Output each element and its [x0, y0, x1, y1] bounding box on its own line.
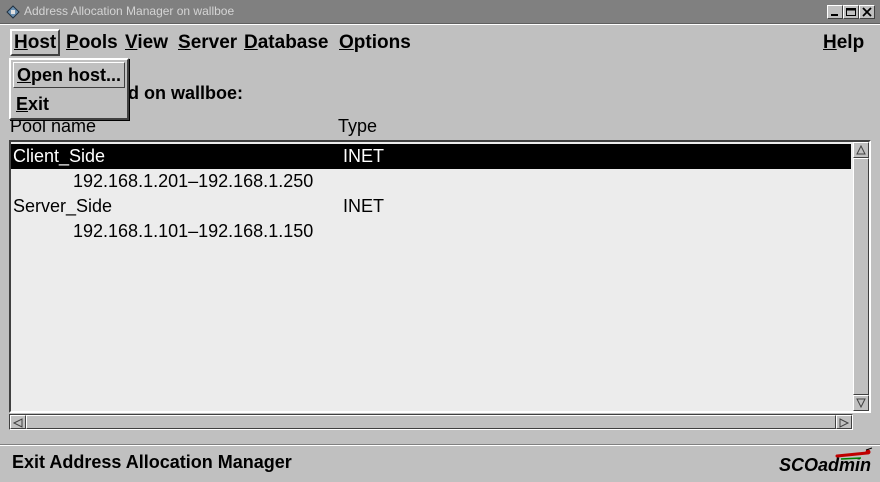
pool-range-row[interactable]: 192.168.1.101–192.168.1.150 — [11, 219, 851, 244]
pool-row-client-side[interactable]: Client_Side INET — [11, 144, 851, 169]
menu-help[interactable]: Help — [821, 31, 866, 54]
brand-sco: SCO — [779, 455, 819, 475]
maximize-icon — [846, 8, 856, 16]
pool-row-server-side[interactable]: Server_Side INET — [11, 194, 851, 219]
scroll-up-button[interactable] — [853, 142, 869, 158]
horizontal-scrollbar[interactable] — [9, 414, 853, 430]
pool-range: 192.168.1.201–192.168.1.250 — [73, 171, 314, 191]
status-text: Exit Address Allocation Manager — [12, 452, 292, 472]
menu-options-mnemonic: O — [339, 32, 354, 53]
minimize-icon — [831, 14, 838, 16]
scroll-right-button[interactable] — [836, 415, 852, 429]
arrow-right-icon — [839, 418, 850, 428]
arrow-up-icon — [856, 144, 866, 155]
pool-name: Server_Side — [13, 196, 113, 216]
menu-item-open-host[interactable]: Open host... — [13, 62, 125, 88]
exit-mnemonic: E — [16, 94, 29, 114]
vertical-scrollbar[interactable] — [853, 142, 869, 411]
scroll-left-button[interactable] — [10, 415, 26, 429]
pool-type: INET — [343, 196, 385, 216]
pool-type: INET — [343, 146, 385, 166]
menu-server[interactable]: Server — [176, 31, 239, 54]
menu-host[interactable]: Host — [10, 29, 61, 56]
menu-options[interactable]: Options — [337, 31, 413, 54]
pool-range-row[interactable]: 192.168.1.201–192.168.1.250 — [11, 169, 851, 194]
host-menu-dropdown: Open host... Exit — [9, 58, 129, 120]
arrow-down-icon — [856, 398, 866, 409]
pool-list-content: Client_Side INET 192.168.1.201–192.168.1… — [11, 142, 851, 411]
menu-help-mnemonic: H — [823, 32, 837, 53]
scroll-down-button[interactable] — [853, 395, 869, 411]
menu-database-mnemonic: D — [244, 32, 258, 53]
menu-view[interactable]: View — [123, 31, 170, 54]
menu-view-mnemonic: V — [125, 32, 138, 53]
arrow-left-icon — [12, 418, 23, 428]
pool-name: Client_Side — [13, 146, 106, 166]
close-button[interactable] — [859, 5, 875, 19]
menu-host-mnemonic: H — [14, 32, 28, 53]
title-bar: Address Allocation Manager on wallboe — [0, 0, 880, 24]
maximize-button[interactable] — [843, 5, 859, 19]
horizontal-scroll-thumb[interactable] — [26, 415, 836, 429]
heading-text: d on wallboe: — [128, 83, 243, 103]
app-icon — [6, 5, 20, 19]
menu-database[interactable]: Database — [242, 31, 331, 54]
menu-server-mnemonic: S — [178, 32, 191, 53]
minimize-button[interactable] — [827, 5, 843, 19]
status-separator — [0, 444, 880, 446]
vertical-scroll-thumb[interactable] — [853, 158, 869, 395]
menu-item-exit[interactable]: Exit — [13, 92, 125, 118]
column-header-type[interactable]: Type — [338, 116, 377, 137]
menu-pools[interactable]: Pools — [64, 31, 120, 54]
open-host-mnemonic: O — [17, 65, 32, 85]
pool-list: Client_Side INET 192.168.1.201–192.168.1… — [9, 140, 871, 413]
sco-logo-icon — [835, 447, 873, 460]
close-icon — [862, 7, 872, 17]
pool-range: 192.168.1.101–192.168.1.150 — [73, 221, 314, 241]
window-title: Address Allocation Manager on wallboe — [24, 4, 235, 18]
menu-pools-mnemonic: P — [66, 32, 79, 53]
menu-bar: Host Pools View Server Database Options … — [0, 24, 880, 61]
